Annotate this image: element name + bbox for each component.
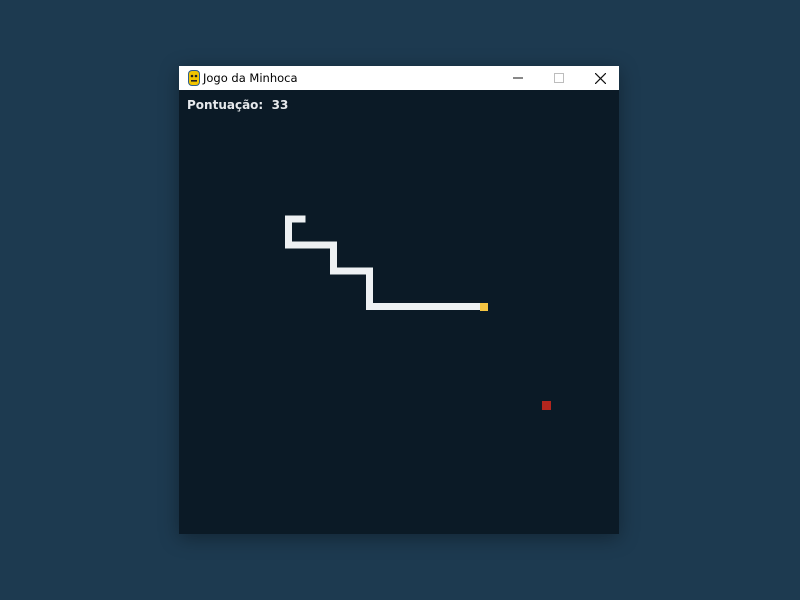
close-icon <box>594 72 606 84</box>
maximize-button[interactable] <box>538 66 580 90</box>
game-board <box>285 215 551 410</box>
close-button[interactable] <box>579 66 621 90</box>
minimize-icon <box>513 77 523 79</box>
title-bar[interactable]: Jogo da Minhoca <box>179 66 619 90</box>
python-icon <box>188 70 200 86</box>
food <box>542 401 551 410</box>
game-canvas[interactable]: Pontuação: 33 <box>179 90 619 534</box>
game-window: Jogo da Minhoca Pontuação: 33 <box>179 66 619 534</box>
minimize-button[interactable] <box>497 66 539 90</box>
snake <box>285 215 488 311</box>
window-title: Jogo da Minhoca <box>203 71 298 85</box>
snake-head <box>480 303 488 311</box>
snake-body <box>285 215 485 310</box>
maximize-icon <box>554 73 564 83</box>
